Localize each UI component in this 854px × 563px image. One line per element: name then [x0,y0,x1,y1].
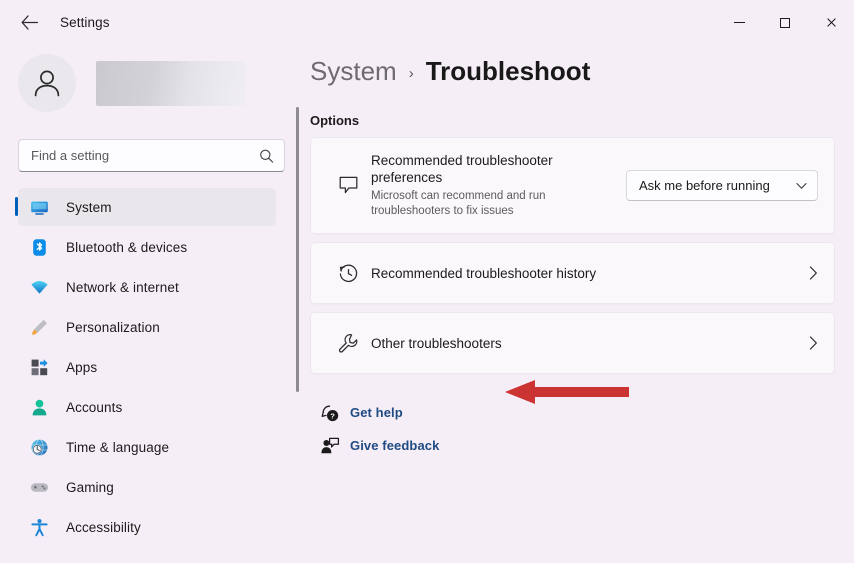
sidebar-item-label: Apps [66,359,98,375]
sidebar: System Bluetooth & devices [0,45,310,563]
search-input[interactable] [19,148,284,163]
help-question-icon: ? [310,403,350,423]
apps-grid-icon [30,358,56,377]
sidebar-item-label: Network & internet [66,279,179,295]
breadcrumb: System › Troubleshoot [310,56,835,87]
card-title: Recommended troubleshooter preferences [371,153,553,185]
gamepad-icon [30,478,56,497]
sidebar-item-label: System [66,199,112,215]
card-title: Other troubleshooters [371,335,502,351]
breadcrumb-parent[interactable]: System [310,56,397,87]
section-label-options: Options [310,113,360,128]
sidebar-item-time-language[interactable]: Time & language [18,428,276,466]
card-recommended-troubleshooter-history[interactable]: Recommended troubleshooter history [310,242,835,304]
dropdown-value: Ask me before running [639,178,770,193]
link-get-help[interactable]: ? Get help [310,396,835,429]
svg-text:?: ? [330,411,335,420]
window-body: System Bluetooth & devices [0,45,854,563]
speech-bubble-icon [325,174,371,197]
page-title: Troubleshoot [425,56,591,86]
sidebar-item-label: Time & language [66,439,170,455]
sidebar-item-label: Accounts [66,399,123,415]
person-avatar-icon [34,70,60,97]
back-button[interactable] [12,8,46,38]
sidebar-item-accessibility[interactable]: Accessibility [18,508,276,546]
sidebar-item-gaming[interactable]: Gaming [18,468,276,506]
paintbrush-icon [30,318,56,337]
card-subtitle: Microsoft can recommend and run troubles… [371,190,546,217]
minimize-button[interactable] [716,0,762,45]
search-icon [259,148,274,163]
avatar [18,54,76,112]
clock-history-icon [325,262,371,285]
wifi-icon [30,278,56,297]
accessibility-icon [30,518,56,537]
chevron-right-icon [809,336,818,350]
link-give-feedback[interactable]: Give feedback [310,429,835,462]
sidebar-item-network-internet[interactable]: Network & internet [18,268,276,306]
close-button[interactable] [808,0,854,45]
window-controls [716,0,854,45]
account-name-redacted [96,60,246,106]
link-label: Give feedback [350,438,440,453]
title-bar: Settings [0,0,854,45]
sidebar-item-bluetooth-devices[interactable]: Bluetooth & devices [18,228,276,266]
sidebar-item-label: Personalization [66,319,160,335]
sidebar-item-accounts[interactable]: Accounts [18,388,276,426]
sidebar-item-system[interactable]: System [15,188,276,226]
search-box[interactable] [18,139,285,172]
recommended-preferences-dropdown[interactable]: Ask me before running [626,170,818,201]
card-recommended-troubleshooter-preferences: Recommended troubleshooter preferences M… [310,137,835,234]
sidebar-item-label: Accessibility [66,519,141,535]
sidebar-scrollbar[interactable] [296,107,299,392]
link-label: Get help [350,405,403,420]
card-title: Recommended troubleshooter history [371,265,597,281]
card-text: Recommended troubleshooter preferences M… [371,152,626,219]
monitor-icon [30,198,56,217]
maximize-button[interactable] [762,0,808,45]
back-arrow-icon [21,15,38,30]
settings-window: Settings Find a setting System Bluetooth… [0,0,854,563]
minimize-icon [733,22,745,23]
maximize-icon [780,17,790,28]
account-header[interactable] [18,47,296,119]
wrench-icon [325,332,371,355]
feedback-person-icon [310,436,350,456]
close-icon [826,17,837,28]
sidebar-item-label: Bluetooth & devices [66,239,188,255]
content-area: System › Troubleshoot Options Recommende… [310,45,854,563]
bluetooth-icon [30,238,56,257]
help-links: ? Get help Give feedback [310,396,835,462]
chevron-right-icon [809,266,818,280]
chevron-right-icon: › [408,65,414,82]
sidebar-item-apps[interactable]: Apps [18,348,276,386]
sidebar-nav: System Bluetooth & devices Network & int… [15,188,296,546]
sidebar-item-label: Gaming [66,479,114,495]
app-title: Settings [60,15,110,30]
person-icon [30,398,56,417]
clock-globe-icon [30,438,56,457]
card-other-troubleshooters[interactable]: Other troubleshooters [310,312,835,374]
sidebar-item-personalization[interactable]: Personalization [18,308,276,346]
chevron-down-icon [796,182,807,190]
